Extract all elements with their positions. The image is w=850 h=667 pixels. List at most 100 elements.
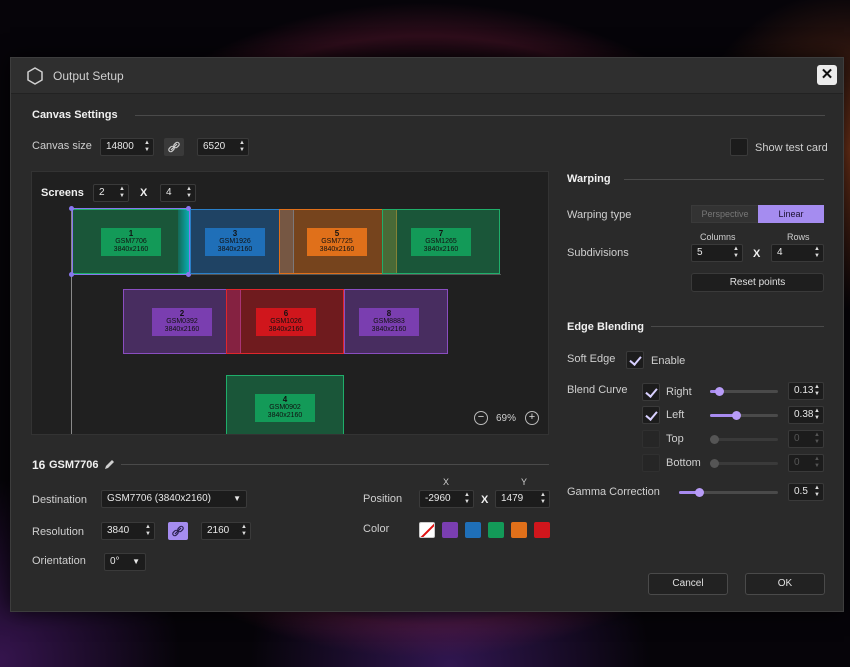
- blend-bottom-value: 0: [794, 457, 800, 468]
- warping-title: Warping: [567, 173, 611, 185]
- spin-arrows-icon[interactable]: ▲ ▼: [144, 140, 150, 154]
- blend-right-label: Right: [666, 386, 692, 398]
- orientation-dropdown[interactable]: 0° ▼: [104, 553, 146, 571]
- blend-left-value: 0.38: [794, 409, 814, 420]
- screen-tile-7[interactable]: 7 GSM1265 3840x2160: [382, 209, 500, 274]
- divider: [624, 179, 824, 180]
- selection-handle[interactable]: [69, 206, 74, 211]
- screen-tile-6[interactable]: 6 GSM1026 3840x2160: [226, 289, 344, 354]
- canvas-height-spinbox[interactable]: 6520 ▲ ▼: [197, 138, 249, 156]
- spin-arrows-icon[interactable]: ▲ ▼: [814, 456, 820, 470]
- position-y-spinbox[interactable]: 1479 ▲ ▼: [495, 490, 550, 508]
- position-x-header: X: [443, 477, 450, 487]
- gamma-value: 0.5: [794, 486, 808, 497]
- gamma-correction-label: Gamma Correction: [567, 486, 660, 498]
- blend-bottom-label: Bottom: [666, 457, 701, 469]
- screen-label: 2 GSM0392 3840x2160: [152, 308, 212, 336]
- screen-tile-5[interactable]: 5 GSM7725 3840x2160: [279, 209, 397, 274]
- link-aspect-button[interactable]: [164, 138, 184, 156]
- color-swatch[interactable]: [442, 522, 458, 538]
- spin-arrows-icon[interactable]: ▲ ▼: [814, 485, 820, 499]
- blend-right-checkbox[interactable]: [642, 383, 660, 401]
- blend-top-knob[interactable]: [710, 435, 719, 444]
- orientation-label: Orientation: [32, 555, 86, 567]
- spin-arrows-icon[interactable]: ▲ ▼: [814, 408, 820, 422]
- blend-left-label: Left: [666, 409, 685, 421]
- perspective-toggle[interactable]: Perspective: [691, 205, 759, 223]
- spin-arrows-icon[interactable]: ▲ ▼: [814, 384, 820, 398]
- link-icon: [168, 141, 180, 153]
- color-swatch[interactable]: [488, 522, 504, 538]
- blend-left-spinbox[interactable]: 0.38 ▲ ▼: [788, 406, 824, 424]
- soft-edge-enable-label: Enable: [651, 355, 686, 367]
- screens-columns-value: 2: [99, 187, 105, 198]
- color-swatch[interactable]: [511, 522, 527, 538]
- screens-rows-spinbox[interactable]: 4 ▲ ▼: [160, 184, 196, 202]
- blend-left-knob[interactable]: [732, 411, 741, 420]
- spin-arrows-icon[interactable]: ▲ ▼: [464, 492, 470, 506]
- title-bar: Output Setup ✕: [11, 58, 843, 94]
- blend-left-checkbox[interactable]: [642, 406, 660, 424]
- blend-right-knob[interactable]: [715, 387, 724, 396]
- spin-arrows-icon[interactable]: ▲ ▼: [239, 140, 245, 154]
- screen-number: 16: [32, 458, 46, 472]
- blend-top-slider[interactable]: [710, 438, 778, 441]
- spin-arrows-icon[interactable]: ▲ ▼: [186, 186, 192, 200]
- gamma-spinbox[interactable]: 0.5 ▲ ▼: [788, 483, 824, 501]
- link-resolution-button[interactable]: [168, 522, 188, 540]
- canvas-preview[interactable]: Screens 2 ▲ ▼ X 4 ▲ ▼ 1 GSM7706 3840x2160 3G…: [31, 171, 549, 435]
- resolution-width-spinbox[interactable]: 3840 ▲ ▼: [101, 522, 155, 540]
- destination-dropdown[interactable]: GSM7706 (3840x2160) ▼: [101, 490, 247, 508]
- color-swatch[interactable]: [465, 522, 481, 538]
- blend-right-value: 0.13: [794, 385, 814, 396]
- spin-arrows-icon[interactable]: ▲ ▼: [814, 246, 820, 260]
- canvas-height-value: 6520: [203, 141, 226, 152]
- linear-toggle[interactable]: Linear: [758, 205, 824, 223]
- spin-arrows-icon[interactable]: ▲ ▼: [733, 246, 739, 260]
- spin-arrows-icon[interactable]: ▲ ▼: [814, 432, 820, 446]
- blend-bottom-checkbox[interactable]: [642, 454, 660, 472]
- soft-edge-label: Soft Edge: [567, 353, 616, 365]
- blend-top-spinbox[interactable]: 0 ▲ ▼: [788, 430, 824, 448]
- spin-arrows-icon[interactable]: ▲ ▼: [241, 524, 247, 538]
- position-x-spinbox[interactable]: -2960 ▲ ▼: [419, 490, 474, 508]
- screen-label: 8 GSM8883 3840x2160: [359, 308, 419, 336]
- show-test-card-checkbox[interactable]: [730, 138, 748, 156]
- reset-points-button[interactable]: Reset points: [691, 273, 824, 292]
- cancel-button[interactable]: Cancel: [648, 573, 728, 595]
- spin-arrows-icon[interactable]: ▲ ▼: [145, 524, 151, 538]
- pencil-icon[interactable]: [104, 459, 115, 470]
- columns-spinbox[interactable]: 5 ▲ ▼: [691, 244, 743, 262]
- zoom-out-icon[interactable]: −: [474, 411, 488, 425]
- selection-handle[interactable]: [69, 272, 74, 277]
- screens-columns-spinbox[interactable]: 2 ▲ ▼: [93, 184, 129, 202]
- canvas-width-value: 14800: [106, 141, 134, 152]
- blend-top-checkbox[interactable]: [642, 430, 660, 448]
- screen-tile-2[interactable]: 2 GSM0392 3840x2160: [123, 289, 241, 354]
- ok-button[interactable]: OK: [745, 573, 825, 595]
- caret-down-icon: ▼: [233, 494, 241, 503]
- no-color-swatch[interactable]: [419, 522, 435, 538]
- canvas-width-spinbox[interactable]: 14800 ▲ ▼: [100, 138, 154, 156]
- blend-bottom-spinbox[interactable]: 0 ▲ ▼: [788, 454, 824, 472]
- output-setup-dialog: Output Setup ✕ Canvas Settings Canvas si…: [10, 57, 844, 612]
- subdivisions-label: Subdivisions: [567, 247, 629, 259]
- color-swatch[interactable]: [534, 522, 550, 538]
- screen-tile-8[interactable]: 8 GSM8883 3840x2160: [344, 289, 448, 354]
- gamma-knob[interactable]: [695, 488, 704, 497]
- zoom-in-icon[interactable]: +: [525, 411, 539, 425]
- spin-arrows-icon[interactable]: ▲ ▼: [540, 492, 546, 506]
- blend-top-label: Top: [666, 433, 684, 445]
- blend-bottom-knob[interactable]: [710, 459, 719, 468]
- rows-spinbox[interactable]: 4 ▲ ▼: [771, 244, 824, 262]
- spin-arrows-icon[interactable]: ▲ ▼: [119, 186, 125, 200]
- blend-bottom-slider[interactable]: [710, 462, 778, 465]
- orientation-value: 0°: [110, 556, 120, 567]
- screen-tile-4[interactable]: 4 GSM0902 3840x2160: [226, 375, 344, 434]
- close-button[interactable]: ✕: [817, 65, 837, 85]
- position-label: Position: [363, 493, 403, 505]
- blend-right-spinbox[interactable]: 0.13 ▲ ▼: [788, 382, 824, 400]
- resolution-height-spinbox[interactable]: 2160 ▲ ▼: [201, 522, 251, 540]
- soft-edge-enable-checkbox[interactable]: [626, 351, 644, 369]
- no-color-icon: [420, 523, 434, 537]
